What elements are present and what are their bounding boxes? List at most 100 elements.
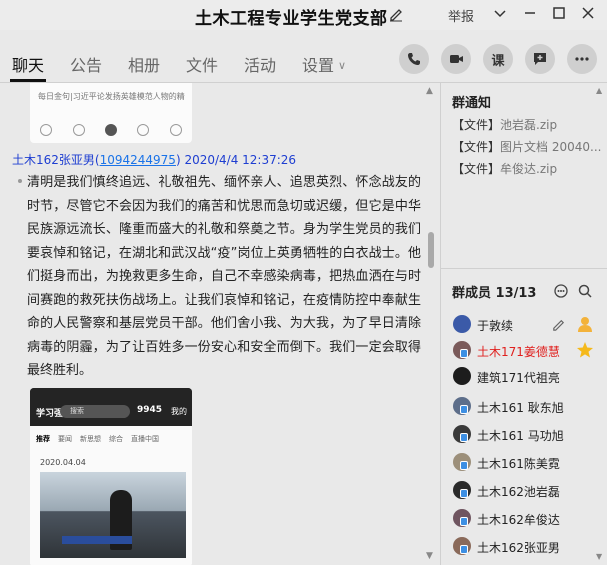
tab-bar: 聊天 公告 相册 文件 活动 设置 ∨ <box>0 38 440 82</box>
image-score: 9945 <box>137 405 163 415</box>
image-app-header: 学习强国 搜索 9945 我的 <box>30 388 192 426</box>
member-item[interactable]: 于敦续 <box>450 314 600 338</box>
minimize-icon[interactable] <box>522 5 538 21</box>
notice-file-tag: 【文件】 <box>452 118 501 132</box>
tab-album[interactable]: 相册 <box>128 52 160 76</box>
member-name: 土木161 耿东旭 <box>477 401 564 415</box>
member-avatar <box>453 367 471 385</box>
lesson-label: 课 <box>491 53 505 69</box>
message-timestamp: 2020/4/4 12:37:26 <box>184 153 297 167</box>
image-tab: 要闻 <box>58 435 72 443</box>
tab-settings[interactable]: 设置 ∨ <box>302 52 346 76</box>
image-tab: 新思想 <box>80 435 101 443</box>
image-tab: 推荐 <box>36 435 50 443</box>
chat-scrollbar[interactable] <box>428 232 434 268</box>
member-item[interactable]: 建筑171代祖亮 <box>450 366 600 390</box>
members-divider <box>441 268 607 269</box>
lesson-button[interactable]: 课 <box>483 44 513 74</box>
member-item[interactable]: 土木161 耿东旭 <box>450 396 600 420</box>
device-badge-icon <box>460 545 468 554</box>
chat-add-icon <box>534 53 546 65</box>
member-item[interactable]: 土木161陈美霓 <box>450 452 600 476</box>
mini-icon <box>137 124 150 136</box>
message-bullet <box>18 179 22 183</box>
member-name: 土木171姜德慧 <box>477 345 560 359</box>
image-mine: 我的 <box>171 407 187 416</box>
sender-name[interactable]: 土木162张亚男 <box>12 153 95 167</box>
collapse-icon[interactable] <box>492 5 508 21</box>
members-title-label: 群成员 <box>452 286 492 301</box>
chat-scroll-up-icon[interactable]: ▲ <box>426 86 433 96</box>
video-call-button[interactable] <box>441 44 471 74</box>
member-item[interactable]: 土木171姜德慧 <box>450 340 600 364</box>
video-camera-icon <box>450 55 463 63</box>
chat-scroll-down-icon[interactable]: ▼ <box>426 551 433 561</box>
member-item[interactable]: 土木162牟俊达 <box>450 508 600 532</box>
notice-scroll-up-icon[interactable]: ▲ <box>596 86 602 95</box>
image-tab: 直播中国 <box>131 435 159 443</box>
tab-announcement[interactable]: 公告 <box>70 52 102 76</box>
notice-file-item[interactable]: 【文件】牟俊达.zip <box>452 160 557 177</box>
message-text: 清明是我们慎终追远、礼敬祖先、缅怀亲人、追思英烈、怀念战友的时节，尽管它不会因为… <box>27 175 421 378</box>
device-badge-icon <box>460 405 468 414</box>
sender-qq-link[interactable]: 1094244975 <box>100 153 176 167</box>
members-count: 13/13 <box>495 286 537 301</box>
member-name: 土木162牟俊达 <box>477 513 560 527</box>
tab-chat[interactable]: 聊天 <box>12 52 44 76</box>
notice-file-name: 牟俊达.zip <box>500 162 558 176</box>
admin-badge-icon <box>578 317 592 332</box>
member-avatar <box>453 315 471 333</box>
notice-file-item[interactable]: 【文件】池岩磊.zip <box>452 116 557 133</box>
mini-icon <box>40 124 53 136</box>
device-badge-icon <box>460 489 468 498</box>
image-app-tabs: 推荐 要闻 新思想 综合 直播中国 <box>36 434 159 444</box>
tab-settings-label: 设置 <box>302 56 335 75</box>
notice-file-name: 池岩磊.zip <box>500 118 558 132</box>
window-title: 土木工程专业学生党支部 <box>195 9 388 29</box>
member-name: 土木162张亚男 <box>477 541 560 555</box>
more-dots-icon <box>575 57 589 61</box>
notice-file-tag: 【文件】 <box>452 140 501 154</box>
device-badge-icon <box>460 433 468 442</box>
notice-file-name: 图片文档 20040... <box>500 140 602 154</box>
mini-icon <box>104 124 117 136</box>
device-badge-icon <box>460 517 468 526</box>
owner-crown-icon <box>577 342 593 358</box>
report-button[interactable]: 举报 <box>448 6 474 25</box>
member-item[interactable]: 土木162池岩磊 <box>450 480 600 504</box>
notice-file-tag: 【文件】 <box>452 162 501 176</box>
maximize-icon[interactable] <box>551 5 567 21</box>
image-video-frame <box>40 472 186 558</box>
mini-icon <box>72 124 85 136</box>
notice-file-item[interactable]: 【文件】图片文档 20040... <box>452 138 601 155</box>
image-subtitle-bar <box>62 536 132 544</box>
panel-divider <box>440 82 441 565</box>
member-name: 于敦续 <box>477 319 514 333</box>
more-button[interactable] <box>567 44 597 74</box>
image-caption: 每日金句|习近平论发扬英雄模范人物的精 <box>38 92 185 101</box>
close-icon[interactable] <box>580 5 596 21</box>
member-search-icon[interactable] <box>577 283 593 299</box>
member-item[interactable]: 土木161 马功旭 <box>450 424 600 448</box>
edit-title-icon[interactable] <box>388 6 404 22</box>
message-sender: 土木162张亚男(1094244975) 2020/4/4 12:37:26 <box>12 153 297 167</box>
add-message-button[interactable] <box>525 44 555 74</box>
member-name: 土木161 马功旭 <box>477 429 564 443</box>
image-tab: 综合 <box>109 435 123 443</box>
member-name: 土木161陈美霓 <box>477 457 560 471</box>
voice-call-button[interactable] <box>399 44 429 74</box>
members-scroll-down-icon[interactable]: ▼ <box>596 552 602 561</box>
shared-image-thumbnail[interactable]: 每日金句|习近平论发扬英雄模范人物的精 <box>30 83 192 143</box>
image-mini-nav <box>30 117 192 143</box>
tab-activity[interactable]: 活动 <box>244 52 276 76</box>
member-item[interactable]: 土木162张亚男 <box>450 536 600 560</box>
member-settings-icon[interactable] <box>553 283 569 299</box>
device-badge-icon <box>460 461 468 470</box>
group-notice-title: 群通知 <box>452 96 492 111</box>
tab-files[interactable]: 文件 <box>186 52 218 76</box>
edit-member-icon[interactable] <box>551 317 566 332</box>
chevron-down-icon: ∨ <box>338 59 347 72</box>
member-name: 土木162池岩磊 <box>477 485 560 499</box>
chat-panel: 每日金句|习近平论发扬英雄模范人物的精 土木162张亚男(1094244975)… <box>0 83 440 565</box>
message-image[interactable]: 学习强国 搜索 9945 我的 推荐 要闻 新思想 综合 直播中国 2020.0… <box>30 388 192 565</box>
